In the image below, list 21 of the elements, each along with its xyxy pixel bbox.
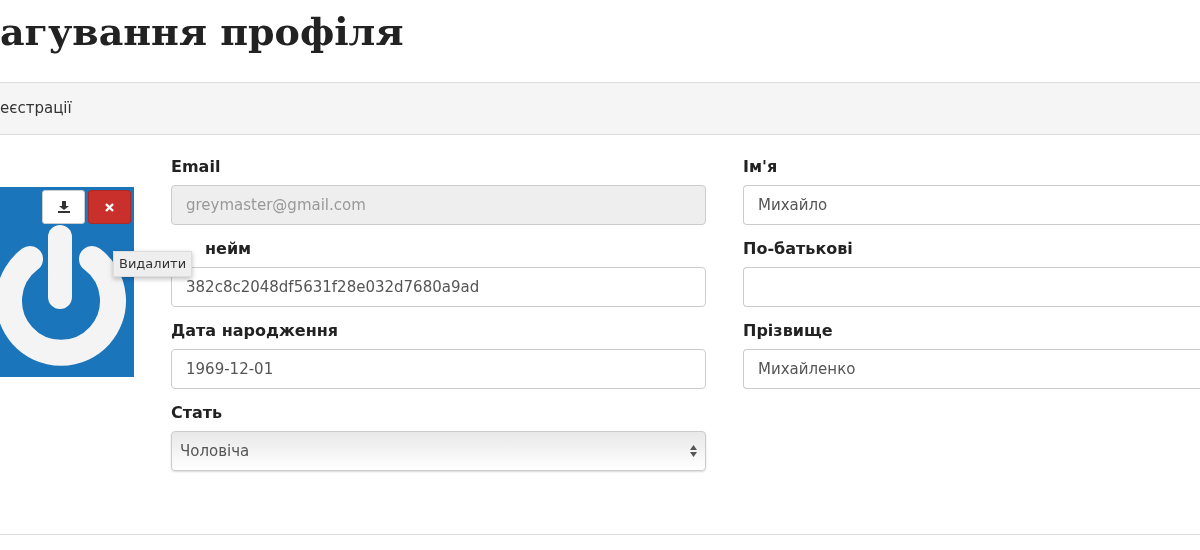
tooltip: Видалити [113, 251, 193, 277]
page-title: агування профіля [0, 8, 405, 56]
field-label: Стать [171, 402, 224, 424]
select-field[interactable]: Чоловіча [171, 431, 706, 471]
input-field[interactable]: 1969-12-01 [171, 349, 706, 389]
field-label: Прізвище [743, 320, 834, 342]
delete-button[interactable] [88, 190, 131, 224]
input-field[interactable] [743, 267, 1200, 307]
field-label: нейм [205, 238, 253, 260]
field-label: Дата народження [171, 320, 340, 342]
download-button[interactable] [42, 190, 85, 224]
input-field[interactable]: Михайло [743, 185, 1200, 225]
field-label: Ім'я [743, 156, 779, 178]
input-field[interactable]: 382c8c2048df5631f28e032d7680a9ad [171, 267, 706, 307]
panel-heading-text: еєстрації [0, 98, 72, 120]
close-icon [105, 202, 114, 212]
sort-arrows-icon [690, 445, 697, 457]
field-label: По-батькові [743, 238, 854, 260]
field-label: Email [171, 156, 222, 178]
download-icon [57, 201, 70, 213]
input-field[interactable]: Михайленко [743, 349, 1200, 389]
